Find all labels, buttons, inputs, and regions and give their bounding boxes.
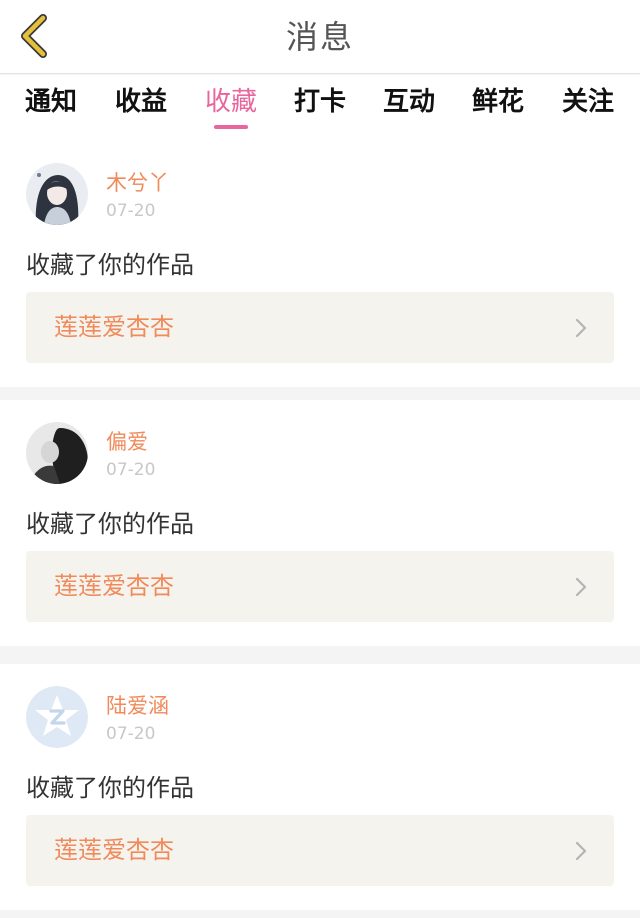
work-title: 莲莲爱杏杏 <box>54 572 174 600</box>
chevron-right-icon <box>575 318 587 338</box>
work-link[interactable]: 莲莲爱杏杏 <box>26 292 614 363</box>
tab-flowers[interactable]: 鲜花 <box>458 75 538 141</box>
active-tab-indicator <box>214 125 248 129</box>
avatar[interactable] <box>26 422 88 484</box>
work-link[interactable]: 莲莲爱杏杏 <box>26 551 614 622</box>
timestamp: 07-20 <box>106 201 156 221</box>
notification-card: 偏爱 07-20 收藏了你的作品 莲莲爱杏杏 <box>0 400 640 646</box>
header-bar: 消息 <box>0 0 640 74</box>
tab-earnings[interactable]: 收益 <box>101 75 181 141</box>
notification-card: 陆爱涵 07-20 收藏了你的作品 莲莲爱杏杏 <box>0 664 640 910</box>
tab-notifications[interactable]: 通知 <box>11 75 91 141</box>
work-link[interactable]: 莲莲爱杏杏 <box>26 815 614 886</box>
chevron-right-icon <box>575 577 587 597</box>
tab-bar: 通知 收益 收藏 打卡 互动 鲜花 关注 <box>0 75 640 141</box>
tab-favorites-label: 收藏 <box>204 87 257 117</box>
tab-favorites[interactable]: 收藏 <box>191 75 271 141</box>
chevron-left-icon <box>21 14 47 58</box>
username[interactable]: 木兮丫 <box>106 167 169 197</box>
action-text: 收藏了你的作品 <box>26 774 194 802</box>
tab-interaction[interactable]: 互动 <box>369 75 449 141</box>
tab-following[interactable]: 关注 <box>548 75 628 141</box>
notification-card: 木兮丫 07-20 收藏了你的作品 莲莲爱杏杏 <box>0 141 640 387</box>
timestamp: 07-20 <box>106 724 156 744</box>
work-title: 莲莲爱杏杏 <box>54 836 174 864</box>
page-title: 消息 <box>285 18 354 56</box>
avatar[interactable] <box>26 686 88 748</box>
username[interactable]: 陆爱涵 <box>106 690 169 720</box>
action-text: 收藏了你的作品 <box>26 251 194 279</box>
timestamp: 07-20 <box>106 460 156 480</box>
tab-checkin[interactable]: 打卡 <box>280 75 360 141</box>
username[interactable]: 偏爱 <box>106 426 148 456</box>
default-avatar-icon <box>26 686 88 748</box>
back-button[interactable] <box>10 12 58 60</box>
avatar[interactable] <box>26 163 88 225</box>
action-text: 收藏了你的作品 <box>26 510 194 538</box>
chevron-right-icon <box>575 841 587 861</box>
work-title: 莲莲爱杏杏 <box>54 313 174 341</box>
